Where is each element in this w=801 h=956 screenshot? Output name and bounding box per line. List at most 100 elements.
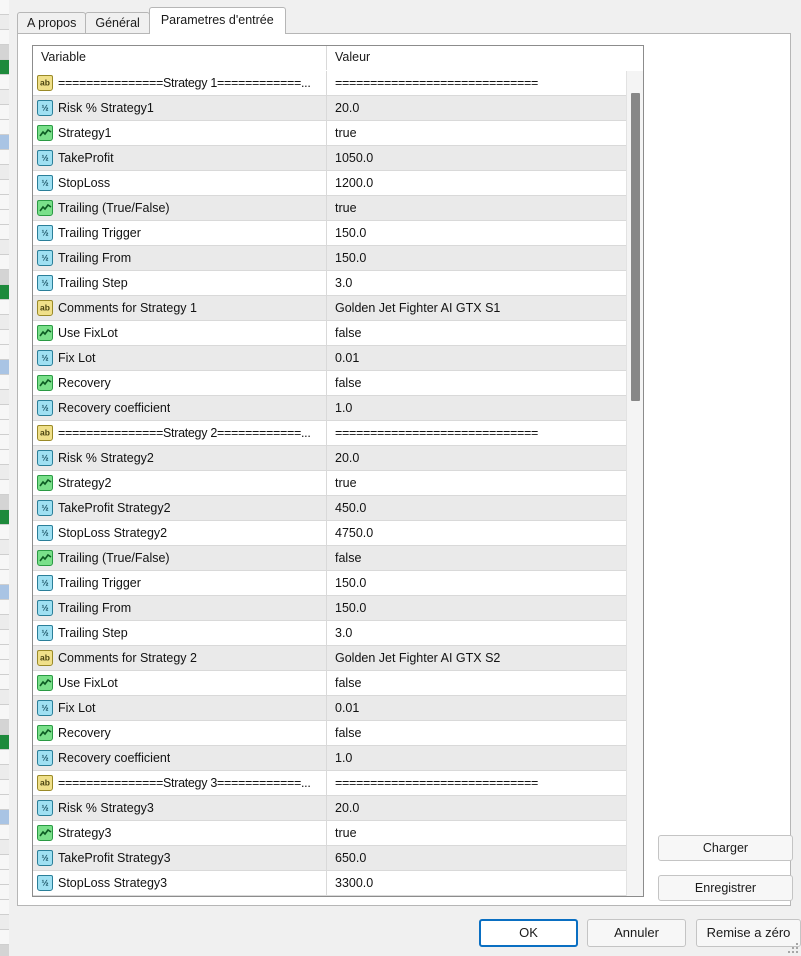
cell-variable[interactable]: ½Trailing Step — [33, 621, 327, 645]
table-row[interactable]: ½Fix Lot0.01 — [33, 346, 643, 371]
cell-value[interactable]: true — [327, 471, 643, 495]
save-button[interactable]: Enregistrer — [658, 875, 793, 901]
cell-variable[interactable]: ½Trailing Trigger — [33, 221, 327, 245]
cell-value[interactable]: 150.0 — [327, 571, 643, 595]
cell-variable[interactable]: Recovery — [33, 371, 327, 395]
cell-value[interactable]: 1050.0 — [327, 146, 643, 170]
cell-value[interactable]: 650.0 — [327, 846, 643, 870]
cell-value[interactable]: false — [327, 546, 643, 570]
reset-button[interactable]: Remise a zéro — [696, 919, 801, 947]
cell-value[interactable]: 1200.0 — [327, 171, 643, 195]
table-row[interactable]: abComments for Strategy 2Golden Jet Figh… — [33, 646, 643, 671]
cell-value[interactable] — [327, 896, 643, 897]
column-header-valeur[interactable]: Valeur — [327, 46, 643, 70]
cell-value[interactable]: 150.0 — [327, 596, 643, 620]
cell-value[interactable]: 3300.0 — [327, 871, 643, 895]
table-row[interactable]: ½Recovery coefficient1.0 — [33, 396, 643, 421]
cell-variable[interactable]: Strategy2 — [33, 471, 327, 495]
table-row[interactable]: ½TakeProfit Strategy3650.0 — [33, 846, 643, 871]
table-row[interactable]: ½StopLoss Strategy24750.0 — [33, 521, 643, 546]
cell-value[interactable]: 0.01 — [327, 346, 643, 370]
cell-variable[interactable]: Trailing (True/False) — [33, 196, 327, 220]
cell-value[interactable]: Golden Jet Fighter AI GTX S1 — [327, 296, 643, 320]
cell-variable[interactable]: Recovery — [33, 721, 327, 745]
table-row[interactable]: ab===============Strategy 3============.… — [33, 771, 643, 796]
cell-value[interactable]: false — [327, 371, 643, 395]
cell-value[interactable]: false — [327, 321, 643, 345]
cell-value[interactable]: ============================= — [327, 421, 643, 445]
tab-about[interactable]: A propos — [17, 12, 86, 34]
cell-value[interactable]: 3.0 — [327, 621, 643, 645]
table-row[interactable]: Use FixLotfalse — [33, 671, 643, 696]
cancel-button[interactable]: Annuler — [587, 919, 686, 947]
table-row[interactable]: ab===============Strategy 1============.… — [33, 71, 643, 96]
cell-variable[interactable]: ½Risk % Strategy1 — [33, 96, 327, 120]
cell-value[interactable]: 0.01 — [327, 696, 643, 720]
tab-input-parameters[interactable]: Parametres d'entrée — [149, 7, 286, 34]
cell-variable[interactable]: ½StopLoss Strategy2 — [33, 521, 327, 545]
cell-variable[interactable]: ½StopLoss Strategy3 — [33, 871, 327, 895]
table-row[interactable]: Trailing (True/False)true — [33, 196, 643, 221]
table-row[interactable]: ½Fix Lot0.01 — [33, 696, 643, 721]
table-row[interactable]: ½StopLoss1200.0 — [33, 171, 643, 196]
cell-value[interactable]: 1.0 — [327, 746, 643, 770]
column-header-variable[interactable]: Variable — [33, 46, 327, 70]
cell-variable[interactable]: Strategy3 — [33, 821, 327, 845]
cell-variable[interactable] — [33, 896, 327, 897]
table-row[interactable]: ½Risk % Strategy320.0 — [33, 796, 643, 821]
table-row[interactable]: ½Trailing Step3.0 — [33, 621, 643, 646]
table-row[interactable]: ½Trailing From150.0 — [33, 596, 643, 621]
cell-value[interactable]: 3.0 — [327, 271, 643, 295]
cell-value[interactable]: false — [327, 671, 643, 695]
table-row[interactable]: ½TakeProfit Strategy2450.0 — [33, 496, 643, 521]
scrollbar-thumb[interactable] — [631, 93, 640, 401]
table-row[interactable]: ½Trailing From150.0 — [33, 246, 643, 271]
cell-value[interactable]: ============================= — [327, 71, 643, 95]
cell-value[interactable]: 150.0 — [327, 246, 643, 270]
table-row[interactable]: Strategy2true — [33, 471, 643, 496]
cell-value[interactable]: false — [327, 721, 643, 745]
cell-value[interactable]: Golden Jet Fighter AI GTX S2 — [327, 646, 643, 670]
cell-variable[interactable]: ½StopLoss — [33, 171, 327, 195]
cell-variable[interactable]: ½Trailing From — [33, 596, 327, 620]
table-row[interactable]: ½Trailing Step3.0 — [33, 271, 643, 296]
load-button[interactable]: Charger — [658, 835, 793, 861]
table-row[interactable]: ½TakeProfit1050.0 — [33, 146, 643, 171]
table-row[interactable]: Recoveryfalse — [33, 721, 643, 746]
cell-variable[interactable]: abComments for Strategy 2 — [33, 646, 327, 670]
cell-variable[interactable]: ½Risk % Strategy2 — [33, 446, 327, 470]
cell-variable[interactable]: ½Trailing From — [33, 246, 327, 270]
cell-variable[interactable]: ½Fix Lot — [33, 346, 327, 370]
cell-value[interactable]: 4750.0 — [327, 521, 643, 545]
cell-variable[interactable]: Use FixLot — [33, 671, 327, 695]
cell-value[interactable]: 20.0 — [327, 96, 643, 120]
cell-variable[interactable]: ½Recovery coefficient — [33, 396, 327, 420]
cell-variable[interactable]: ½TakeProfit Strategy3 — [33, 846, 327, 870]
table-row[interactable]: ab===============Strategy 2============.… — [33, 421, 643, 446]
resize-grip-icon[interactable] — [787, 942, 798, 953]
table-row[interactable]: Use FixLotfalse — [33, 321, 643, 346]
cell-variable[interactable]: ½TakeProfit Strategy2 — [33, 496, 327, 520]
cell-variable[interactable]: ½Risk % Strategy3 — [33, 796, 327, 820]
cell-value[interactable]: true — [327, 821, 643, 845]
cell-variable[interactable]: Use FixLot — [33, 321, 327, 345]
cell-variable[interactable]: Strategy1 — [33, 121, 327, 145]
tab-general[interactable]: Général — [85, 12, 149, 34]
table-row[interactable]: abComments for Strategy 1Golden Jet Figh… — [33, 296, 643, 321]
table-row[interactable]: Strategy3true — [33, 821, 643, 846]
cell-value[interactable]: 1.0 — [327, 396, 643, 420]
table-row[interactable]: ½Risk % Strategy220.0 — [33, 446, 643, 471]
cell-variable[interactable]: ab===============Strategy 1============.… — [33, 71, 327, 95]
table-row[interactable] — [33, 896, 643, 897]
table-row[interactable]: ½Risk % Strategy120.0 — [33, 96, 643, 121]
cell-variable[interactable]: Trailing (True/False) — [33, 546, 327, 570]
table-row[interactable]: ½StopLoss Strategy33300.0 — [33, 871, 643, 896]
cell-value[interactable]: 150.0 — [327, 221, 643, 245]
table-row[interactable]: Strategy1true — [33, 121, 643, 146]
cell-variable[interactable]: ½Trailing Step — [33, 271, 327, 295]
cell-variable[interactable]: ½Recovery coefficient — [33, 746, 327, 770]
ok-button[interactable]: OK — [479, 919, 578, 947]
table-row[interactable]: ½Trailing Trigger150.0 — [33, 221, 643, 246]
cell-value[interactable]: 20.0 — [327, 446, 643, 470]
cell-value[interactable]: true — [327, 121, 643, 145]
